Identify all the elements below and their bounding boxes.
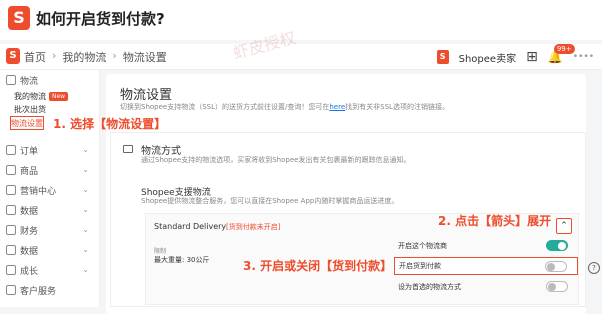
finance-icon bbox=[6, 225, 16, 235]
sidebar-item-customer-service[interactable]: 客户服务 bbox=[0, 280, 99, 300]
marketing-icon bbox=[6, 185, 16, 195]
chart-icon bbox=[6, 245, 16, 255]
method-description: 通过Shopee支持的物流选项，买家将收到Shopee发出有关包裹最新的跟踪信息… bbox=[141, 156, 411, 164]
notification-badge: 99+ bbox=[553, 44, 575, 54]
annotation-step1: 1. 选择【物流设置】 bbox=[53, 117, 167, 131]
nav-right-group: S Shopee卖家 ⊞ 🔔 99+ •••• bbox=[436, 44, 594, 67]
page-description: 切换到Shopee支持物流（SSL）的送货方式前往设置/查询！您可在here找到… bbox=[120, 103, 449, 111]
sidebar-item-logistics-settings[interactable]: 物流设置 bbox=[10, 116, 44, 130]
sidebar-item-data[interactable]: 数据 ⌄ bbox=[0, 200, 99, 220]
breadcrumb-current: 物流设置 bbox=[122, 51, 167, 64]
product-icon bbox=[6, 165, 16, 175]
chevron-down-icon: ⌄ bbox=[82, 185, 89, 194]
breadcrumb-separator: › bbox=[52, 49, 57, 62]
sidebar-item-logistics[interactable]: 物流 bbox=[0, 70, 99, 90]
weight-label: 限制 bbox=[154, 248, 167, 255]
breadcrumb-home[interactable]: 首页 bbox=[24, 49, 46, 65]
apps-grid-icon[interactable]: ⊞ bbox=[526, 49, 538, 65]
sidebar-item-finance[interactable]: 财务 ⌄ bbox=[0, 220, 99, 240]
shopee-seller-icon: S bbox=[436, 50, 449, 64]
option-preferred-method: 设为首选的物流方式 bbox=[394, 278, 578, 296]
order-icon bbox=[6, 145, 16, 155]
annotation-step3: 3. 开启或关闭【货到付款】 bbox=[243, 259, 393, 273]
chevron-down-icon: ⌄ bbox=[82, 165, 89, 174]
chevron-down-icon: ⌄ bbox=[82, 205, 89, 214]
toggle-knob bbox=[548, 282, 556, 291]
support-description: Shopee提供物流整合服务，您可以直接在Shopee App内随时掌握商品运送… bbox=[141, 197, 399, 205]
sidebar-item-my-logistics[interactable]: 我的物流 New bbox=[0, 90, 99, 103]
breadcrumb-my-logistics[interactable]: 我的物流 bbox=[62, 49, 106, 65]
help-icon[interactable]: ? bbox=[588, 262, 600, 274]
enable-cod-toggle[interactable] bbox=[545, 261, 567, 272]
page-heading: 如何开启货到付款? bbox=[36, 10, 165, 28]
enable-carrier-toggle[interactable] bbox=[546, 240, 568, 251]
sidebar-item-marketing[interactable]: 营销中心 ⌄ bbox=[0, 180, 99, 200]
data-icon bbox=[6, 205, 16, 215]
cod-status: [货到付款未开启] bbox=[226, 223, 281, 231]
chevron-down-icon: ⌄ bbox=[82, 245, 89, 254]
sidebar: 物流 我的物流 New 批次出货 物流设置 订单 ⌄ 商品 ⌄ 营销中心 ⌄ 数据 ⌄ … bbox=[0, 70, 100, 307]
toggle-knob bbox=[547, 262, 555, 271]
toggle-knob bbox=[558, 241, 566, 250]
option-enable-carrier: 开启这个物流商 bbox=[394, 237, 578, 255]
option-enable-cod: 开启货到付款 bbox=[394, 257, 578, 275]
service-icon bbox=[6, 285, 16, 295]
sidebar-item-data-2[interactable]: 数据 ⌄ bbox=[0, 240, 99, 260]
breadcrumb-separator: › bbox=[112, 49, 117, 62]
sidebar-item-orders[interactable]: 订单 ⌄ bbox=[0, 140, 99, 160]
user-name[interactable]: •••• bbox=[573, 52, 594, 62]
chevron-down-icon: ⌄ bbox=[82, 265, 89, 274]
delivery-name: Standard Delivery bbox=[154, 222, 227, 231]
seller-label[interactable]: Shopee卖家 bbox=[459, 50, 516, 65]
chevron-down-icon: ⌄ bbox=[82, 225, 89, 234]
truck-icon bbox=[6, 75, 16, 85]
expand-arrow-button[interactable]: ⌃ bbox=[556, 218, 572, 234]
package-icon bbox=[123, 145, 133, 153]
top-navbar: S 首页 › 我的物流 › 物流设置 S Shopee卖家 ⊞ 🔔 99+ •••… bbox=[0, 44, 602, 70]
title-bar: S 如何开启货到付款? bbox=[0, 0, 602, 40]
chevron-up-icon: ⌃ bbox=[560, 221, 568, 231]
weight-value: 最大重量: 30公斤 bbox=[154, 256, 210, 264]
notification-bell-icon[interactable]: 🔔 99+ bbox=[548, 44, 575, 64]
sidebar-item-products[interactable]: 商品 ⌄ bbox=[0, 160, 99, 180]
annotation-step2: 2. 点击【箭头】展开 bbox=[438, 214, 552, 228]
sidebar-item-growth[interactable]: 成长 ⌄ bbox=[0, 260, 99, 280]
growth-icon bbox=[6, 265, 16, 275]
shopee-logo-icon: S bbox=[8, 6, 30, 30]
preferred-method-toggle[interactable] bbox=[546, 281, 568, 292]
here-link[interactable]: here bbox=[329, 103, 345, 111]
breadcrumb: 首页 › 我的物流 › 物流设置 bbox=[24, 49, 167, 65]
shopee-home-icon[interactable]: S bbox=[6, 48, 20, 64]
page-title: 物流设置 bbox=[120, 88, 173, 103]
new-badge: New bbox=[49, 92, 69, 101]
chevron-down-icon: ⌄ bbox=[82, 145, 89, 154]
